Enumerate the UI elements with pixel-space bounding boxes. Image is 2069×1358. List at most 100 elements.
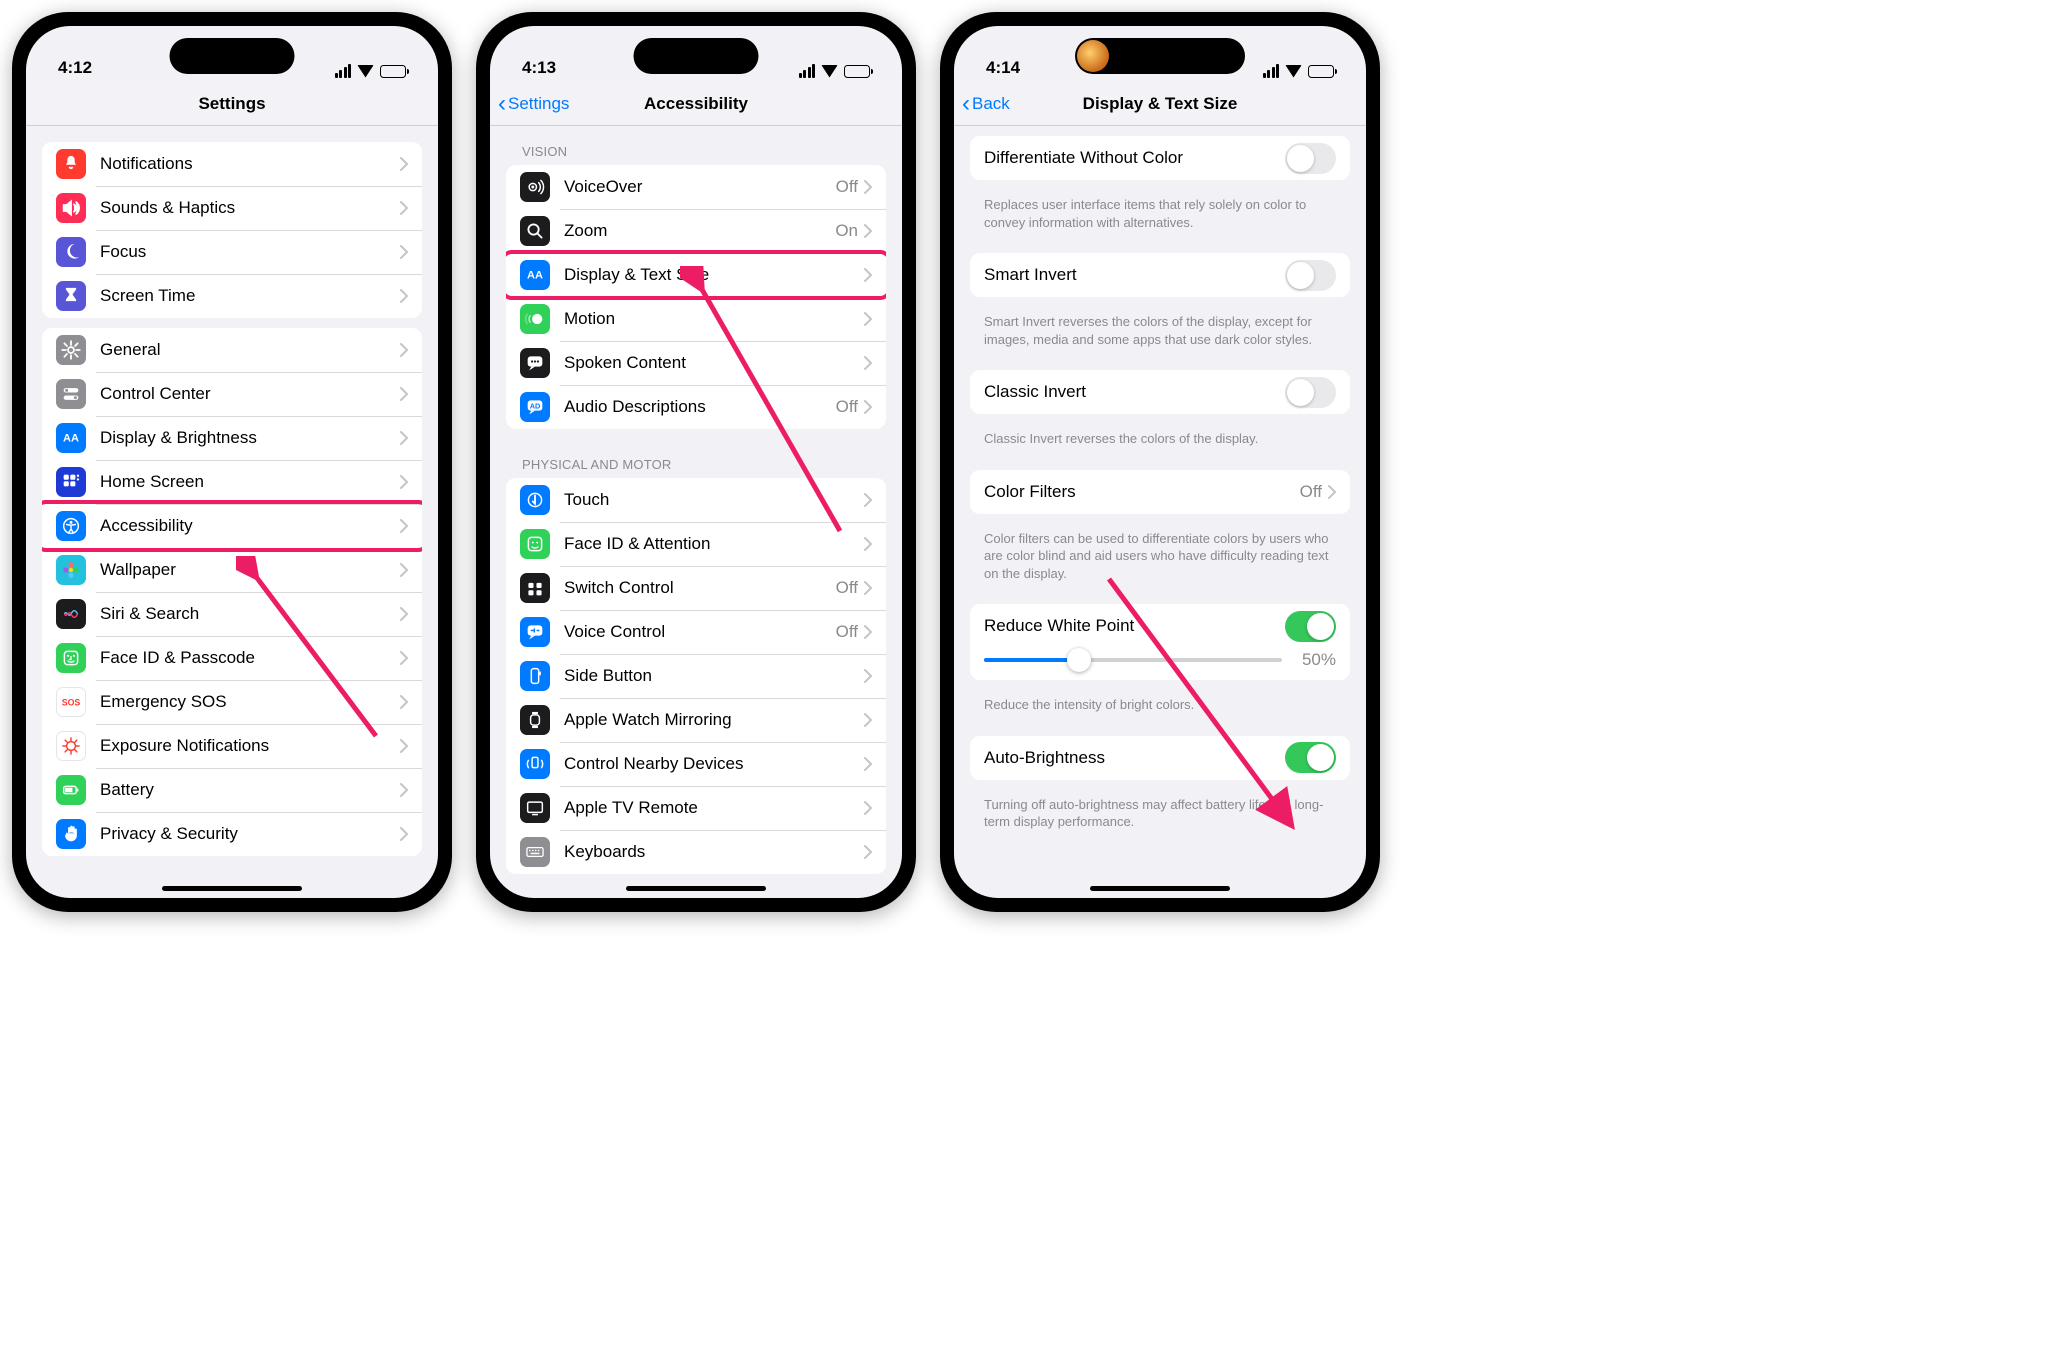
row-label: Face ID & Passcode [100,648,400,668]
settings-row-accessibility[interactable]: Accessibility [42,504,422,548]
row-value: Off [836,578,858,598]
status-time: 4:14 [986,58,1020,78]
chevron-left-icon: ‹ [962,92,970,116]
content-2[interactable]: VISIONVoiceOverOffZoomOnAADisplay & Text… [490,126,902,898]
gear-icon [56,335,86,365]
row-label: Switch Control [564,578,836,598]
section-footer: Smart Invert reverses the colors of the … [954,307,1366,358]
settings-row-notifications[interactable]: Notifications [42,142,422,186]
settings-row-screen-time[interactable]: Screen Time [42,274,422,318]
toggle-switch[interactable] [1285,143,1336,174]
chevron-right-icon [400,245,408,259]
settings-row-side-button[interactable]: Side Button [506,654,886,698]
row-value: Off [836,622,858,642]
siri-icon [56,599,86,629]
toggle-switch[interactable] [1285,260,1336,291]
settings-row-touch[interactable]: Touch [506,478,886,522]
toggle-switch[interactable] [1285,611,1336,642]
settings-row-exposure-notifications[interactable]: Exposure Notifications [42,724,422,768]
settings-row-face-id-and-passcode[interactable]: Face ID & Passcode [42,636,422,680]
settings-group: VoiceOverOffZoomOnAADisplay & Text Size M… [506,165,886,429]
settings-row-auto-brightness[interactable]: Auto-Brightness [970,736,1350,780]
settings-row-display-and-text-size[interactable]: AADisplay & Text Size [506,253,886,297]
settings-row-audio-descriptions[interactable]: ADAudio DescriptionsOff [506,385,886,429]
settings-row-sounds-and-haptics[interactable]: Sounds & Haptics [42,186,422,230]
slider-track[interactable] [984,658,1282,662]
settings-row-display-and-brightness[interactable]: AA Display & Brightness [42,416,422,460]
switch-icon [520,573,550,603]
settings-row-apple-watch-mirroring[interactable]: Apple Watch Mirroring [506,698,886,742]
switches-icon [56,379,86,409]
settings-row-switch-control[interactable]: Switch ControlOff [506,566,886,610]
chevron-right-icon [400,827,408,841]
moon-icon [56,237,86,267]
settings-row-home-screen[interactable]: Home Screen [42,460,422,504]
hand-icon [56,819,86,849]
home-indicator[interactable] [1090,886,1230,891]
content-1[interactable]: NotificationsSounds & HapticsFocusScreen… [26,126,438,898]
settings-row-differentiate-without-color[interactable]: Differentiate Without Color [970,136,1350,180]
settings-row-battery[interactable]: Battery [42,768,422,812]
row-label: Keyboards [564,842,864,862]
row-label: Accessibility [100,516,400,536]
dynamic-island [1075,38,1245,74]
touch-icon [520,485,550,515]
tv-icon [520,793,550,823]
settings-row-voice-control[interactable]: Voice ControlOff [506,610,886,654]
row-value: Off [836,177,858,197]
row-value: Off [836,397,858,417]
settings-row-wallpaper[interactable]: Wallpaper [42,548,422,592]
grid-icon [56,467,86,497]
settings-row-smart-invert[interactable]: Smart Invert [970,253,1350,297]
settings-row-color-filters[interactable]: Color FiltersOff [970,470,1350,514]
row-label: Spoken Content [564,353,864,373]
settings-row-control-center[interactable]: Control Center [42,372,422,416]
chevron-right-icon [864,356,872,370]
settings-row-zoom[interactable]: ZoomOn [506,209,886,253]
toggle-switch[interactable] [1285,377,1336,408]
AA-icon: AA [56,423,86,453]
faceid-icon [56,643,86,673]
slider-thumb[interactable] [1067,648,1091,672]
settings-row-motion[interactable]: Motion [506,297,886,341]
settings-row-emergency-sos[interactable]: SOSEmergency SOS [42,680,422,724]
row-label: Reduce White Point [984,616,1285,636]
settings-row-general[interactable]: General [42,328,422,372]
settings-row-classic-invert[interactable]: Classic Invert [970,370,1350,414]
back-button[interactable]: ‹ Back [962,82,1010,125]
bell-icon [56,149,86,179]
settings-row-apple-tv-remote[interactable]: Apple TV Remote [506,786,886,830]
settings-row-privacy-and-security[interactable]: Privacy & Security [42,812,422,856]
back-button[interactable]: ‹ Settings [498,82,569,125]
row-label: Wallpaper [100,560,400,580]
chevron-right-icon [400,201,408,215]
home-indicator[interactable] [626,886,766,891]
row-label: Display & Brightness [100,428,400,448]
settings-row-focus[interactable]: Focus [42,230,422,274]
settings-group: Classic Invert [970,370,1350,414]
settings-row-face-id-and-attention[interactable]: Face ID & Attention [506,522,886,566]
live-activity-icon [1077,40,1109,72]
settings-row-reduce-white-point[interactable]: Reduce White Point [970,604,1350,648]
row-label: Motion [564,309,864,329]
settings-row-keyboards[interactable]: Keyboards [506,830,886,874]
home-indicator[interactable] [162,886,302,891]
voiceover-icon [520,172,550,202]
chevron-right-icon [400,431,408,445]
settings-row-control-nearby-devices[interactable]: Control Nearby Devices [506,742,886,786]
ad-icon: AD [520,392,550,422]
chevron-right-icon [400,387,408,401]
chevron-right-icon [1328,485,1336,499]
dynamic-island [634,38,759,74]
chevron-right-icon [864,581,872,595]
settings-row-spoken-content[interactable]: Spoken Content [506,341,886,385]
status-time: 4:12 [58,58,92,78]
settings-row-voiceover[interactable]: VoiceOverOff [506,165,886,209]
settings-row-siri-and-search[interactable]: Siri & Search [42,592,422,636]
screen-3: 4:14 ‹ Back Display & Text Size Differen… [954,26,1366,898]
content-3[interactable]: Differentiate Without ColorReplaces user… [954,124,1366,896]
settings-group: Smart Invert [970,253,1350,297]
row-label: Voice Control [564,622,836,642]
slider-row: 50% [970,648,1350,680]
toggle-switch[interactable] [1285,742,1336,773]
